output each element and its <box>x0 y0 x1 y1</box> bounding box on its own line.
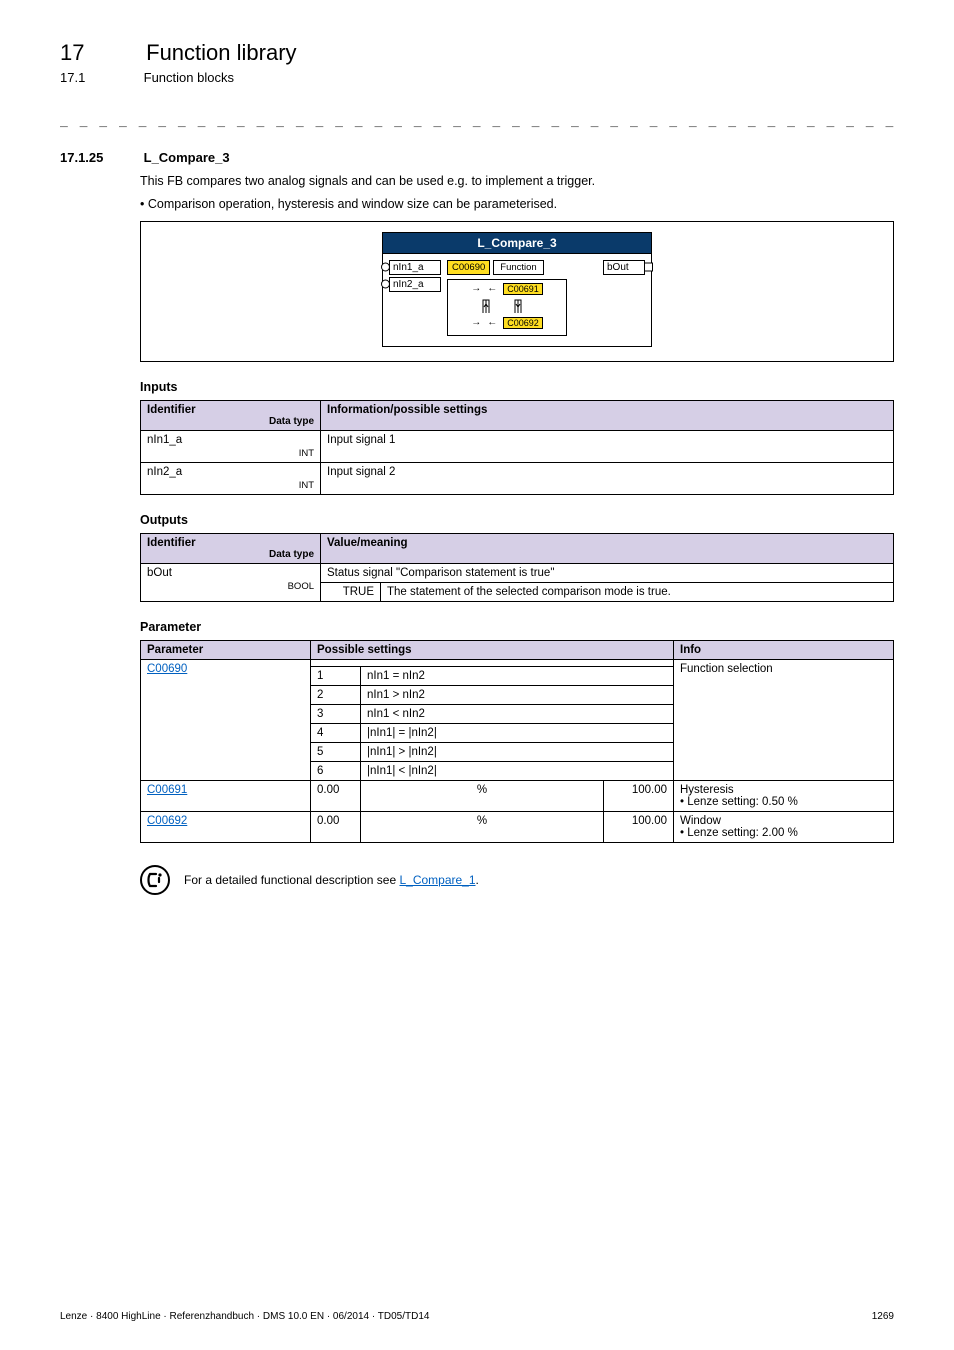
section-number: 17.1.25 <box>60 150 140 165</box>
function-block: L_Compare_3 nIn1_a nIn2_a C00690 Functio… <box>382 232 652 347</box>
arrow-right-icon: → <box>471 283 481 294</box>
outputs-heading: Outputs <box>140 513 894 527</box>
table-row: C00690 Function selection <box>141 659 894 666</box>
table-row: bOutBOOL Status signal "Comparison state… <box>141 563 894 582</box>
arrow-right-icon: → <box>471 317 481 328</box>
parameter-heading: Parameter <box>140 620 894 634</box>
function-label: Function <box>493 260 543 275</box>
param-header-settings: Possible settings <box>311 640 674 659</box>
page-footer: Lenze · 8400 HighLine · Referenzhandbuch… <box>60 1311 894 1322</box>
code-function: C00690 <box>447 260 490 275</box>
outputs-table: Identifier Data type Value/meaning bOutB… <box>140 533 894 602</box>
table-row: C00691 0.00 % 100.00 Hysteresis• Lenze s… <box>141 780 894 811</box>
inner-graph-box: → ← C00691 → ← C00692 <box>447 279 567 336</box>
inputs-heading: Inputs <box>140 380 894 394</box>
param-header-parameter: Parameter <box>141 640 311 659</box>
table-row: nIn1_aINT Input signal 1 <box>141 430 894 462</box>
inputs-table: Identifier Data type Information/possibl… <box>140 400 894 495</box>
table-row: C00692 0.00 % 100.00 Window• Lenze setti… <box>141 811 894 842</box>
param-header-info: Info <box>674 640 894 659</box>
parameter-table: Parameter Possible settings Info C00690 … <box>140 640 894 843</box>
function-block-title: L_Compare_3 <box>383 233 651 254</box>
tip-note: For a detailed functional description se… <box>140 865 894 895</box>
table-row: nIn2_aINT Input signal 2 <box>141 462 894 494</box>
param-code-link[interactable]: C00692 <box>147 815 187 827</box>
port-in2: nIn2_a <box>389 277 441 292</box>
param-code-link[interactable]: C00691 <box>147 784 187 796</box>
tip-text: For a detailed functional description se… <box>184 873 479 887</box>
chapter-number: 17 <box>60 40 140 66</box>
subchapter-heading: 17.1 Function blocks <box>60 70 894 85</box>
port-out: bOut <box>603 260 645 275</box>
subchapter-title: Function blocks <box>144 70 234 85</box>
inputs-header-identifier: Identifier Data type <box>141 400 321 430</box>
section-intro: This FB compares two analog signals and … <box>140 173 894 191</box>
mini-chart-icons <box>453 298 561 314</box>
code-hysteresis: C00691 <box>503 283 543 295</box>
arrow-left-icon: ← <box>487 283 497 294</box>
arrow-left-icon: ← <box>487 317 497 328</box>
chapter-heading: 17 Function library <box>60 40 894 66</box>
param-code-link[interactable]: C00690 <box>147 663 187 675</box>
port-in1: nIn1_a <box>389 260 441 275</box>
tip-icon <box>140 865 170 895</box>
footer-page-number: 1269 <box>872 1311 894 1322</box>
chapter-title: Function library <box>146 40 296 65</box>
section-bullet: Comparison operation, hysteresis and win… <box>140 197 894 211</box>
footer-left: Lenze · 8400 HighLine · Referenzhandbuch… <box>60 1311 429 1322</box>
inputs-header-info: Information/possible settings <box>321 400 894 430</box>
code-window: C00692 <box>503 317 543 329</box>
section-title: L_Compare_3 <box>144 150 230 165</box>
outputs-header-identifier: Identifier Data type <box>141 533 321 563</box>
subchapter-number: 17.1 <box>60 70 140 85</box>
tip-link[interactable]: L_Compare_1 <box>399 873 475 887</box>
divider: _ _ _ _ _ _ _ _ _ _ _ _ _ _ _ _ _ _ _ _ … <box>60 113 894 128</box>
outputs-header-value: Value/meaning <box>321 533 894 563</box>
section-heading: 17.1.25 L_Compare_3 <box>60 150 894 165</box>
block-diagram-frame: L_Compare_3 nIn1_a nIn2_a C00690 Functio… <box>140 221 894 362</box>
